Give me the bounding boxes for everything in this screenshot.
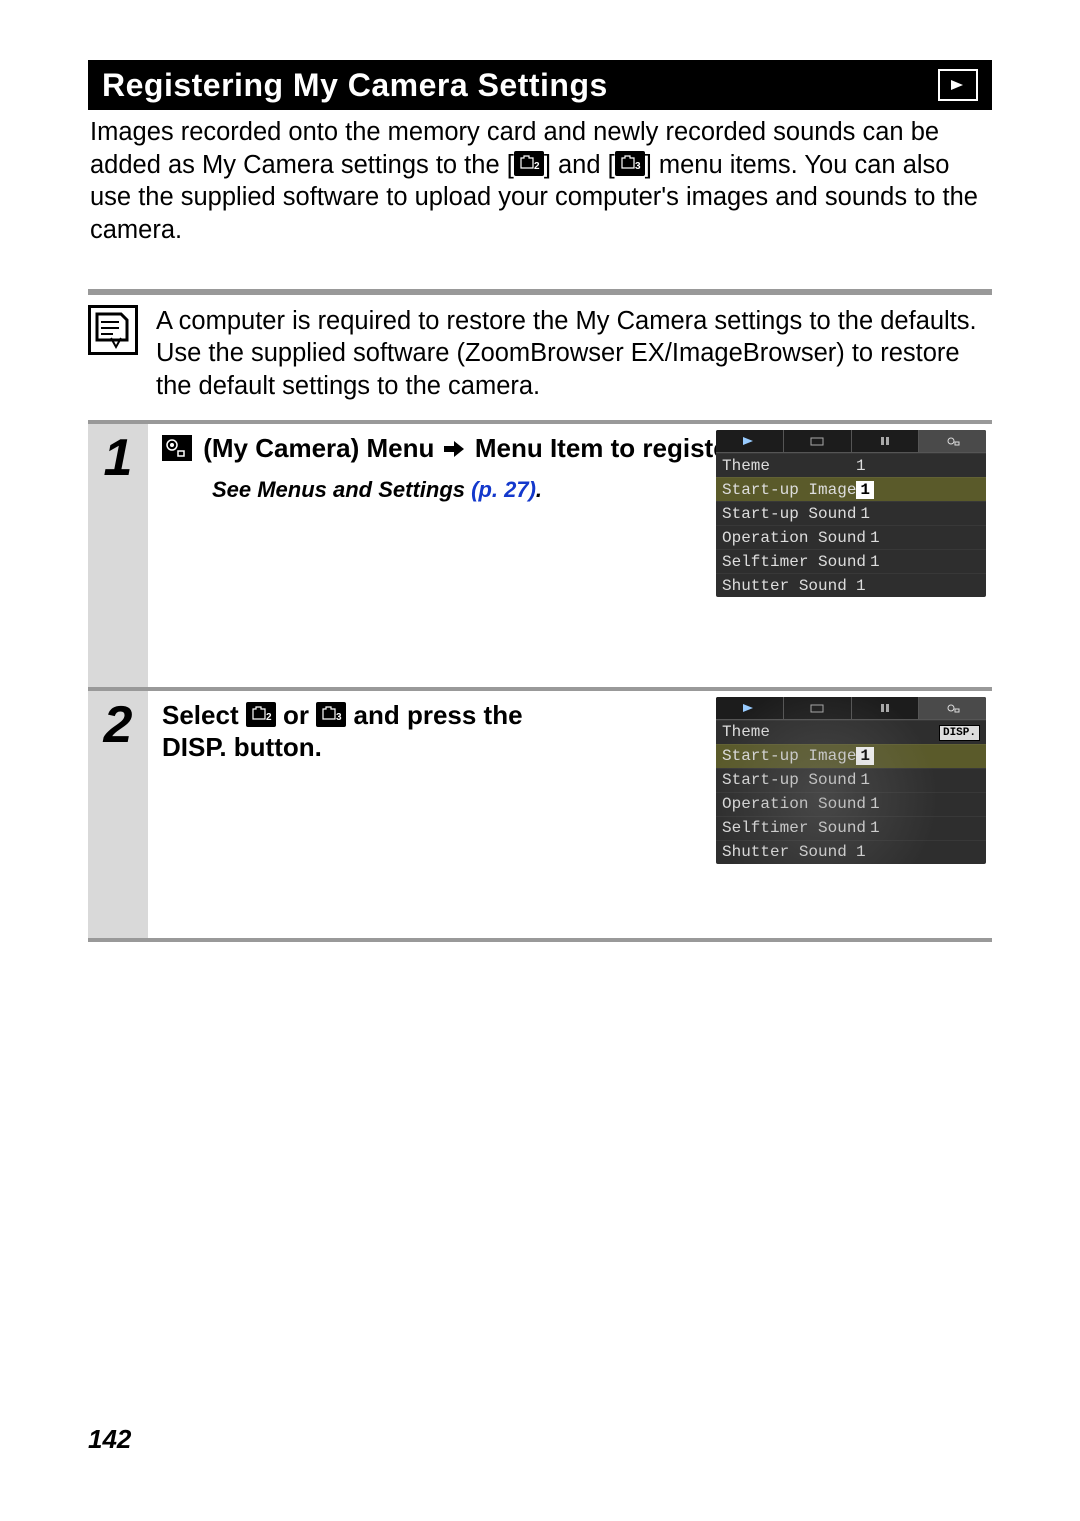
menu-tabs — [716, 430, 986, 453]
camera-menu-screenshot-1: Theme1 Start-up Image1 Start-up Sound1 O… — [716, 430, 986, 597]
step-number: 1 — [88, 424, 148, 687]
menu-row-startup-image: Start-up Image1 — [716, 744, 986, 768]
menu-row-operation-sound: Operation Sound1 — [716, 792, 986, 816]
intro-text-2: ] and [ — [544, 151, 615, 179]
tab-setup-icon — [852, 697, 920, 719]
note-icon — [88, 305, 138, 355]
section-title-bar: Registering My Camera Settings — [88, 60, 992, 110]
step-2: 2 Select 2 or 3 and press the DISP. butt… — [88, 687, 992, 942]
step-1: 1 (My Camera) Menu Menu Item to register… — [88, 420, 992, 687]
menu-row-shutter-sound: Shutter Sound1 — [716, 840, 986, 864]
svg-text:3: 3 — [336, 712, 342, 723]
my-camera-slot-2-icon: 2 — [514, 151, 544, 176]
tab-mycamera-icon — [919, 430, 986, 452]
steps-list: 1 (My Camera) Menu Menu Item to register… — [88, 420, 992, 942]
svg-text:2: 2 — [534, 161, 540, 172]
svg-text:3: 3 — [635, 161, 641, 172]
disp-button-label: DISP. — [162, 732, 227, 762]
my-camera-slot-2-icon: 2 — [246, 702, 276, 727]
tip-text: A computer is required to restore the My… — [156, 305, 992, 403]
intro-paragraph: Images recorded onto the memory card and… — [88, 110, 992, 247]
see-reference: See Menus and Settings (p. 27). — [162, 477, 592, 503]
tab-playback-icon — [716, 697, 784, 719]
section-title: Registering My Camera Settings — [102, 67, 608, 104]
menu-row-selftimer-sound: Selftimer Sound1 — [716, 816, 986, 840]
disp-indicator: DISP. — [939, 725, 980, 741]
menu-row-startup-sound: Start-up Sound1 — [716, 768, 986, 792]
page-number: 142 — [88, 1424, 131, 1455]
svg-text:2: 2 — [266, 712, 272, 723]
my-camera-slot-3-icon: 3 — [615, 151, 645, 176]
tab-setup-icon — [852, 430, 920, 452]
tab-mycamera-icon — [919, 697, 986, 719]
tip-box: A computer is required to restore the My… — [88, 289, 992, 403]
step-2-heading: Select 2 or 3 and press the DISP. button… — [162, 699, 592, 764]
tab-print-icon — [784, 697, 852, 719]
menu-row-shutter-sound: Shutter Sound1 — [716, 573, 986, 597]
arrow-right-icon — [444, 434, 466, 467]
my-camera-menu-icon — [162, 435, 192, 461]
my-camera-slot-3-icon: 3 — [316, 702, 346, 727]
camera-menu-screenshot-2: DISP. Theme Start-up Image1 Start-up Sou… — [716, 697, 986, 864]
menu-row-startup-sound: Start-up Sound1 — [716, 501, 986, 525]
menu-row-theme: Theme1 — [716, 453, 986, 477]
menu-row-selftimer-sound: Selftimer Sound1 — [716, 549, 986, 573]
menu-row-startup-image: Start-up Image1 — [716, 477, 986, 501]
step-number: 2 — [88, 691, 148, 938]
page-reference-link[interactable]: (p. 27) — [471, 477, 536, 502]
playback-mode-icon — [938, 69, 978, 101]
menu-tabs — [716, 697, 986, 720]
tab-print-icon — [784, 430, 852, 452]
tab-playback-icon — [716, 430, 784, 452]
menu-row-operation-sound: Operation Sound1 — [716, 525, 986, 549]
